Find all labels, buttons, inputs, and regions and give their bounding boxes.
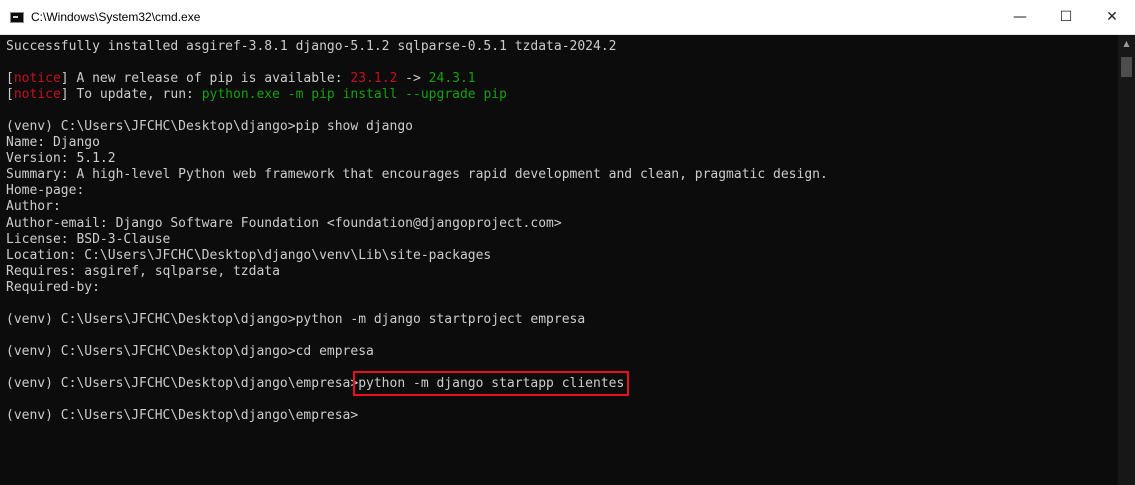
terminal-line: Requires: asgiref, sqlparse, tzdata (6, 263, 280, 279)
minimize-button[interactable]: — (997, 0, 1043, 34)
window-controls: — ☐ ✕ (997, 0, 1135, 34)
terminal-line: Author: (6, 199, 61, 215)
scrollbar-thumb[interactable] (1121, 57, 1132, 77)
arrow-text: -> (397, 71, 429, 87)
terminal-line: Required-by: (6, 279, 100, 295)
bracket: [ (6, 71, 14, 87)
bracket: ] (60, 87, 69, 103)
terminal-line: Summary: A high-level Python web framewo… (6, 167, 828, 183)
terminal-line: (venv) C:\Users\JFCHC\Desktop\django\emp… (6, 370, 1118, 396)
new-version: 24.3.1 (428, 71, 476, 87)
command-prompt: (venv) C:\Users\JFCHC\Desktop\django\emp… (6, 375, 359, 391)
close-button[interactable]: ✕ (1089, 0, 1135, 34)
notice-text: A new release of pip is available: (68, 71, 351, 87)
highlighted-command: python -m django startapp clientes (353, 370, 630, 396)
vertical-scrollbar[interactable]: ▲ (1118, 35, 1135, 485)
terminal-line: [notice] A new release of pip is availab… (6, 71, 1118, 87)
bracket: ] (60, 71, 69, 87)
maximize-button[interactable]: ☐ (1043, 0, 1089, 34)
terminal-line: Version: 5.1.2 (6, 151, 116, 167)
notice-label: notice (13, 87, 61, 103)
terminal-line: Home-page: (6, 183, 85, 199)
terminal-line: (venv) C:\Users\JFCHC\Desktop\django>pyt… (6, 311, 586, 327)
terminal-line: Author-email: Django Software Foundation… (6, 215, 562, 231)
old-version: 23.1.2 (350, 71, 398, 87)
terminal-line: [notice] To update, run: python.exe -m p… (6, 87, 1118, 103)
terminal-line: (venv) C:\Users\JFCHC\Desktop\django>cd … (6, 343, 374, 359)
upgrade-command: python.exe -m pip install --upgrade pip (201, 87, 507, 103)
current-prompt[interactable]: (venv) C:\Users\JFCHC\Desktop\django\emp… (6, 408, 1118, 424)
notice-text: To update, run: (68, 87, 202, 103)
terminal-line: License: BSD-3-Clause (6, 231, 171, 247)
scroll-up-arrow-icon[interactable]: ▲ (1118, 35, 1135, 52)
cmd-window: C:\Windows\System32\cmd.exe — ☐ ✕ Succes… (0, 0, 1135, 485)
bracket: [ (6, 87, 14, 103)
terminal-line: Name: Django (6, 135, 100, 151)
cmd-app-icon[interactable] (10, 11, 24, 23)
terminal-line: (venv) C:\Users\JFCHC\Desktop\django>pip… (6, 119, 413, 135)
notice-label: notice (13, 71, 61, 87)
window-title: C:\Windows\System32\cmd.exe (31, 10, 201, 24)
title-bar[interactable]: C:\Windows\System32\cmd.exe — ☐ ✕ (0, 0, 1135, 35)
terminal-line: Successfully installed asgiref-3.8.1 dja… (6, 39, 617, 54)
terminal-line: Location: C:\Users\JFCHC\Desktop\django\… (6, 247, 492, 263)
terminal-output[interactable]: Successfully installed asgiref-3.8.1 dja… (0, 35, 1118, 485)
